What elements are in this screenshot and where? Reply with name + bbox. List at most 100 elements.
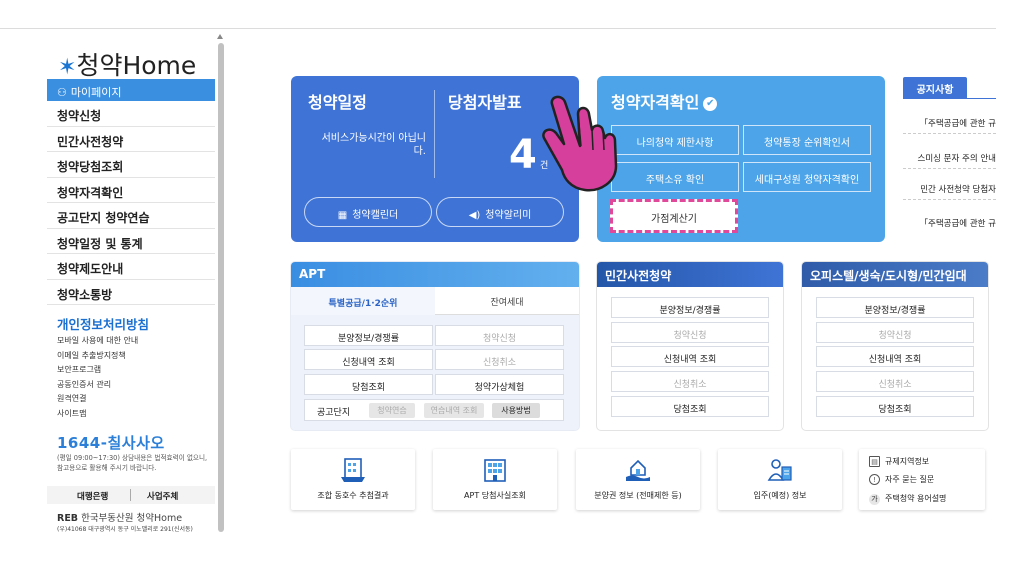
- alarm-button[interactable]: ◀) 청약알리미: [436, 197, 564, 227]
- sub-link-security[interactable]: 보안프로그램: [57, 364, 138, 379]
- tab-remaining-units[interactable]: 잔여세대: [435, 287, 579, 315]
- officetel-sale-info-button[interactable]: 분양정보/경쟁률: [816, 297, 974, 318]
- sidebar-item-practice[interactable]: 공고단지 청약연습: [47, 203, 215, 229]
- bank-row: 대행은행 사업주체: [47, 486, 215, 504]
- apartment-icon: [433, 455, 557, 489]
- quick-apt-win-fact[interactable]: APT 당첨사실조회: [433, 449, 557, 510]
- quick-presale-rights[interactable]: 분양권 정보 (전매제한 등): [576, 449, 700, 510]
- private-sale-info-button[interactable]: 분양정보/경쟁률: [611, 297, 769, 318]
- info-link-label: 규제지역정보: [885, 457, 930, 466]
- schedule-title[interactable]: 청약일정: [308, 89, 367, 113]
- sidebar-menu: 청약신청 민간사전청약 청약당첨조회 청약자격확인 공고단지 청약연습 청약일정…: [47, 101, 215, 305]
- notice-tab[interactable]: 공지사항: [903, 77, 967, 98]
- call-center-number: 1644-칠사사오: [57, 434, 165, 452]
- apt-virtual-experience-button[interactable]: 청약가상체험: [435, 374, 564, 395]
- pointing-hand-icon: [542, 95, 618, 192]
- qualify-card: 청약자격확인 ✔ 나의청약 제한사항 청약통장 순위확인서 주택소유 확인 세대구…: [597, 76, 885, 242]
- private-cancel-button[interactable]: 신청취소: [611, 371, 769, 392]
- apt-win-check-button[interactable]: 당첨조회: [304, 374, 433, 395]
- my-restriction-button[interactable]: 나의청약 제한사항: [611, 125, 739, 155]
- notice-item[interactable]: 「주택공급에 관한 규: [903, 108, 996, 134]
- winner-count[interactable]: 4: [509, 132, 537, 178]
- household-qualify-button[interactable]: 세대구성원 청약자격확인: [743, 162, 871, 192]
- quick-union-lottery[interactable]: 조합 동호수 추첨결과: [291, 449, 415, 510]
- apt-apply-history-button[interactable]: 신청내역 조회: [304, 349, 433, 370]
- sub-link-remote[interactable]: 원격연결: [57, 393, 138, 408]
- quick-link-label: 분양권 정보 (전매제한 등): [594, 491, 682, 500]
- sub-link-mobile[interactable]: 모바일 사용에 대한 안내: [57, 335, 138, 350]
- exclamation-icon: !: [869, 474, 880, 485]
- faq-link[interactable]: ! 자주 묻는 질문: [869, 474, 934, 485]
- service-time-message: 서비스가능시간이 아닙니다.: [321, 133, 426, 157]
- account-rank-button[interactable]: 청약통장 순위확인서: [743, 125, 871, 155]
- sub-link-email[interactable]: 이메일 추출방지정책: [57, 350, 138, 365]
- winner-title[interactable]: 당첨자발표: [448, 89, 522, 113]
- officetel-history-button[interactable]: 신청내역 조회: [816, 346, 974, 367]
- regulated-area-link[interactable]: ▤ 규제지역정보: [869, 456, 929, 467]
- qualify-title: 청약자격확인 ✔: [611, 89, 718, 113]
- sub-link-sitemap[interactable]: 사이트맵: [57, 408, 138, 423]
- notice-item[interactable]: 민간 사전청약 당첨자: [903, 174, 996, 200]
- practice-button[interactable]: 청약연습: [369, 403, 415, 418]
- sidebar-sub-links: 모바일 사용에 대한 안내 이메일 추출방지정책 보안프로그램 공동인증서 관리…: [57, 335, 138, 422]
- private-apply-button[interactable]: 청약신청: [611, 322, 769, 343]
- apt-cancel-button[interactable]: 신청취소: [435, 349, 564, 370]
- quick-link-label: 입주(예정) 정보: [753, 491, 807, 500]
- sidebar-item-schedule[interactable]: 청약일정 및 통계: [47, 229, 215, 254]
- house-ownership-button[interactable]: 주택소유 확인: [611, 162, 739, 192]
- sidebar: ✶청약Home ⚇ 마이페이지 청약신청 민간사전청약 청약당첨조회 청약자격확인…: [47, 40, 215, 550]
- calendar-button[interactable]: ▦ 청약캘린더: [304, 197, 432, 227]
- private-pre-title: 민간사전청약: [597, 262, 783, 287]
- logo-star-icon: ✶: [58, 55, 77, 80]
- sub-link-cert[interactable]: 공동인증서 관리: [57, 379, 138, 394]
- calendar-icon: ▦: [337, 210, 348, 221]
- sidebar-item-community[interactable]: 청약소통방: [47, 280, 215, 305]
- how-to-use-button[interactable]: 사용방법: [492, 403, 540, 418]
- calendar-button-label: 청약캘린더: [352, 210, 399, 221]
- glossary-link[interactable]: 가 주택청약 용어설명: [869, 493, 946, 505]
- score-calculator-button[interactable]: 가점계산기: [610, 199, 738, 233]
- info-link-label: 자주 묻는 질문: [885, 475, 935, 484]
- officetel-apply-button[interactable]: 청약신청: [816, 322, 974, 343]
- sidebar-item-private-pre[interactable]: 민간사전청약: [47, 127, 215, 152]
- sidebar-item-qualify[interactable]: 청약자격확인: [47, 178, 215, 203]
- map-icon: ▤: [869, 456, 880, 467]
- quick-move-in-info[interactable]: 입주(예정) 정보: [718, 449, 842, 510]
- sidebar-item-win-check[interactable]: 청약당첨조회: [47, 152, 215, 178]
- bank-link[interactable]: 대행은행: [77, 490, 108, 502]
- notice-underline: [903, 98, 996, 99]
- person-document-icon: [718, 455, 842, 489]
- officetel-cancel-button[interactable]: 신청취소: [816, 371, 974, 392]
- reb-label: 한국부동산원 청약Home: [81, 513, 183, 524]
- scroll-up-arrow-icon[interactable]: [217, 34, 223, 39]
- reb-footer-logo: REB 한국부동산원 청약Home: [57, 510, 182, 524]
- person-icon: ⚇: [57, 86, 67, 99]
- private-win-button[interactable]: 당첨조회: [611, 396, 769, 417]
- privacy-policy-link[interactable]: 개인정보처리방침: [57, 314, 149, 333]
- bank-row-divider: [130, 489, 131, 501]
- business-link[interactable]: 사업주체: [147, 490, 178, 502]
- notice-item[interactable]: 「주택공급에 관한 규: [903, 208, 996, 234]
- notice-item[interactable]: 스미싱 문자 주의 안내: [903, 143, 996, 169]
- sidebar-scrollbar[interactable]: [217, 34, 225, 534]
- apt-panel-title: APT: [291, 262, 579, 287]
- sidebar-item-mypage[interactable]: ⚇ 마이페이지: [47, 79, 215, 101]
- quick-link-label: 조합 동호수 추첨결과: [317, 491, 389, 500]
- scroll-thumb[interactable]: [218, 43, 224, 532]
- schedule-divider: [434, 90, 435, 178]
- info-links-card: ▤ 규제지역정보 ! 자주 묻는 질문 가 주택청약 용어설명: [859, 449, 985, 510]
- officetel-win-button[interactable]: 당첨조회: [816, 396, 974, 417]
- alarm-button-label: 청약알리미: [485, 210, 532, 221]
- building-list-icon: [291, 455, 415, 489]
- practice-history-button[interactable]: 연습내역 조회: [424, 403, 484, 418]
- house-hand-icon: [576, 455, 700, 489]
- sidebar-item-apply[interactable]: 청약신청: [47, 101, 215, 127]
- tab-special-supply[interactable]: 특별공급/1·2순위: [291, 287, 435, 315]
- sidebar-item-system[interactable]: 청약제도안내: [47, 254, 215, 280]
- apt-apply-button[interactable]: 청약신청: [435, 325, 564, 346]
- private-history-button[interactable]: 신청내역 조회: [611, 346, 769, 367]
- site-logo[interactable]: ✶청약Home: [58, 46, 196, 82]
- score-calculator-label: 가점계산기: [651, 214, 697, 225]
- apt-sale-info-button[interactable]: 분양정보/경쟁률: [304, 325, 433, 346]
- logo-text: 청약Home: [76, 51, 197, 80]
